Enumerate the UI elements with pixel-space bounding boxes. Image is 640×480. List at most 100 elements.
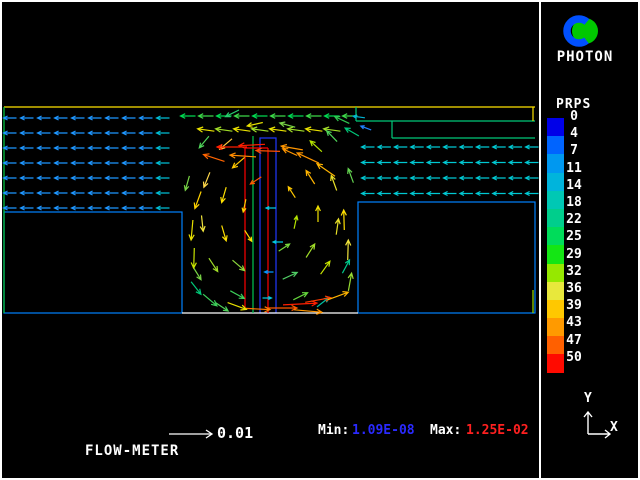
vector-arrow — [331, 176, 337, 191]
vector-arrow — [157, 176, 170, 180]
vector-arrow — [348, 169, 354, 183]
vector-arrow — [55, 176, 68, 180]
vector-arrow — [294, 216, 298, 229]
vector-arrow — [38, 191, 51, 195]
vector-arrow — [193, 267, 201, 280]
vector-arrow — [324, 127, 341, 132]
min-label: Min: — [318, 423, 349, 438]
vector-arrow — [476, 145, 489, 149]
vector-arrow — [444, 176, 457, 180]
legend-tick-label: 11 — [560, 161, 588, 176]
vector-arrow — [273, 241, 283, 244]
vector-arrow — [89, 191, 102, 195]
vector-arrow — [281, 145, 303, 150]
vector-arrow — [265, 271, 274, 274]
vector-arrow — [38, 131, 51, 135]
vector-arrow — [342, 260, 349, 273]
vector-arrow — [204, 172, 210, 187]
vector-field-plot — [0, 0, 640, 480]
vector-arrow — [526, 192, 539, 196]
vector-arrow — [460, 161, 473, 165]
vector-arrow — [235, 114, 250, 119]
vector-arrow — [253, 114, 268, 119]
vector-arrow — [247, 123, 263, 128]
vector-arrow — [140, 176, 153, 180]
vector-arrow — [38, 161, 51, 165]
vector-arrow — [216, 303, 228, 311]
vector-arrow — [444, 161, 457, 165]
vector-arrow — [335, 117, 350, 124]
vector-arrow — [189, 220, 194, 240]
vector-arrow — [306, 171, 315, 185]
vector-arrow — [191, 248, 196, 268]
vector-arrow — [89, 131, 102, 135]
legend-tick-label: 25 — [560, 229, 588, 244]
flow-block-outline — [4, 212, 182, 313]
vector-arrow — [233, 260, 245, 270]
vector-arrow — [106, 161, 119, 165]
panel-divider — [539, 2, 541, 478]
vector-arrow — [345, 128, 359, 136]
vector-arrow — [509, 145, 522, 149]
vector-arrow — [427, 145, 440, 149]
vector-arrow — [293, 293, 307, 300]
vector-arrow — [21, 146, 34, 150]
vector-arrow — [280, 122, 295, 127]
vector-arrow — [493, 145, 506, 149]
vector-arrow — [288, 127, 305, 132]
vector-arrow — [123, 161, 136, 165]
vector-arrow — [191, 282, 201, 295]
vector-arrow — [106, 116, 119, 120]
vector-arrow — [89, 116, 102, 120]
vector-arrow — [362, 176, 375, 180]
vector-arrow — [55, 161, 68, 165]
vector-arrow — [157, 206, 170, 210]
vector-arrow — [233, 157, 245, 167]
vector-arrow — [362, 192, 375, 196]
vector-arrow — [394, 192, 407, 196]
scale-arrow-icon — [168, 428, 216, 440]
vector-arrow — [199, 136, 209, 148]
vector-arrow — [123, 176, 136, 180]
vector-arrow — [476, 176, 489, 180]
vector-arrow — [267, 305, 297, 310]
vector-arrow — [493, 176, 506, 180]
vector-arrow — [4, 146, 17, 150]
vector-arrow — [123, 191, 136, 195]
vector-arrow — [4, 161, 17, 165]
vector-arrow — [209, 258, 218, 271]
vector-arrow — [21, 131, 34, 135]
vector-arrow — [140, 131, 153, 135]
vector-arrow — [72, 206, 85, 210]
vector-arrow — [460, 192, 473, 196]
vector-arrow — [21, 161, 34, 165]
min-value: 1.09E-08 — [352, 423, 415, 438]
scale-value: 0.01 — [217, 424, 253, 442]
vector-arrow — [327, 131, 337, 142]
vector-arrow — [362, 161, 375, 165]
vector-arrow — [234, 127, 251, 132]
vector-arrow — [444, 192, 457, 196]
axis-indicator-icon — [580, 404, 618, 440]
vector-arrow — [394, 145, 407, 149]
vector-arrow — [106, 146, 119, 150]
vector-arrow — [266, 207, 276, 210]
vector-arrow — [252, 127, 269, 132]
vector-arrow — [509, 176, 522, 180]
vector-arrow — [106, 206, 119, 210]
vector-arrow — [72, 191, 85, 195]
flow-block-outline — [358, 202, 535, 313]
vector-arrow — [526, 161, 539, 165]
vector-arrow — [204, 154, 225, 162]
vector-arrow — [181, 114, 196, 119]
vector-arrow — [341, 210, 346, 230]
vector-arrow — [427, 176, 440, 180]
vector-arrow — [230, 153, 256, 158]
vector-arrow — [526, 145, 539, 149]
vector-arrow — [21, 206, 34, 210]
legend-tick-label: 29 — [560, 247, 588, 262]
vector-arrow — [140, 116, 153, 120]
vector-arrow — [411, 161, 424, 165]
vector-arrow — [476, 192, 489, 196]
vector-arrow — [55, 191, 68, 195]
